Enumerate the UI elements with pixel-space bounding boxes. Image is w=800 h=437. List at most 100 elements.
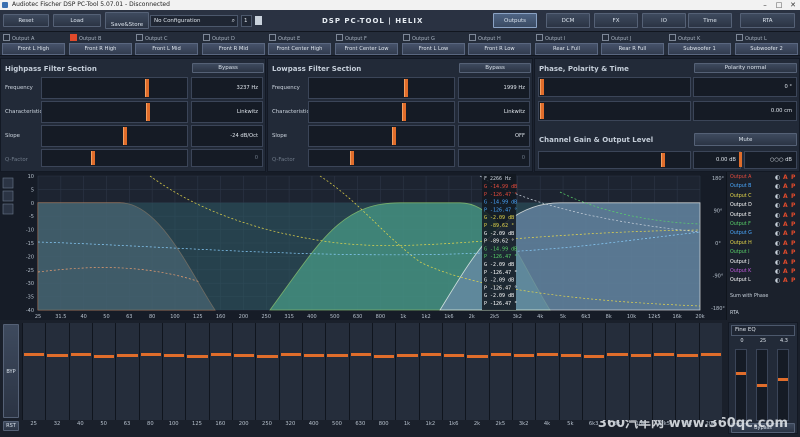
- eq-band-slider[interactable]: [185, 323, 209, 420]
- channel-name-button[interactable]: Subwoofer 1: [668, 43, 731, 55]
- fine-eq-slider-2[interactable]: [756, 349, 768, 421]
- eq-band-slider[interactable]: [488, 323, 512, 420]
- zoom-in-icon[interactable]: [2, 177, 14, 189]
- fine-eq-value[interactable]: 4.3: [775, 338, 793, 344]
- output-toggle-f[interactable]: Output F: [336, 34, 367, 42]
- highpass-row-slider[interactable]: [41, 125, 188, 147]
- slider-thumb[interactable]: [91, 151, 95, 165]
- eq-band-slider[interactable]: [558, 323, 582, 420]
- channel-list-item[interactable]: Output I: [730, 250, 750, 255]
- eq-band-thumb[interactable]: [584, 355, 605, 358]
- lowpass-row-slider[interactable]: [308, 149, 455, 167]
- output-toggle-l[interactable]: Output L: [736, 34, 767, 42]
- highpass-row-slider[interactable]: [41, 101, 188, 123]
- channel-name-button[interactable]: Front L Mid: [135, 43, 198, 55]
- channel-name-button[interactable]: Front L Low: [402, 43, 465, 55]
- amplitude-toggle[interactable]: A: [783, 212, 788, 219]
- eq-band-thumb[interactable]: [70, 353, 91, 356]
- eq-band-slider[interactable]: [535, 323, 559, 420]
- gain-value[interactable]: 0.00 dB: [693, 151, 741, 169]
- lowpass-bypass-button[interactable]: Bypass: [459, 63, 531, 73]
- slider-thumb[interactable]: [402, 103, 406, 121]
- amplitude-toggle[interactable]: A: [783, 249, 788, 256]
- eq-band-thumb[interactable]: [187, 355, 208, 358]
- eq-band-thumb[interactable]: [47, 354, 68, 357]
- amplitude-toggle[interactable]: A: [783, 183, 788, 190]
- lowpass-row-value[interactable]: 0: [458, 149, 530, 167]
- output-toggle-i[interactable]: Output I: [536, 34, 565, 42]
- eq-band-slider[interactable]: [92, 323, 116, 420]
- channel-name-button[interactable]: Rear L Full: [535, 43, 598, 55]
- output-toggle-d[interactable]: Output D: [203, 34, 235, 42]
- phase-toggle[interactable]: P: [791, 221, 795, 228]
- amplitude-toggle[interactable]: A: [783, 259, 788, 266]
- visibility-icon[interactable]: ◐: [775, 259, 780, 266]
- phase-slider-thumb[interactable]: [540, 79, 544, 95]
- eq-band-slider[interactable]: [162, 323, 186, 420]
- graph-canvas[interactable]: 25 31.5 40 50 63 80 100 125 160 200 250 315 400 500 63…: [0, 172, 726, 320]
- output-checkbox-icon[interactable]: [336, 34, 343, 41]
- fine-eq-thumb-3[interactable]: [778, 378, 788, 381]
- visibility-icon[interactable]: ◐: [775, 193, 780, 200]
- slider-thumb[interactable]: [350, 151, 354, 165]
- eq-band-slider[interactable]: [208, 323, 232, 420]
- lowpass-row-slider[interactable]: [308, 125, 455, 147]
- eq-band-thumb[interactable]: [490, 353, 511, 356]
- visibility-icon[interactable]: ◐: [775, 277, 780, 284]
- tab-dcm[interactable]: DCM: [546, 13, 590, 28]
- phase-toggle[interactable]: P: [791, 183, 795, 190]
- channel-list-item[interactable]: Output J: [730, 260, 750, 265]
- slider-thumb[interactable]: [123, 127, 127, 145]
- lowpass-row-slider[interactable]: [308, 77, 455, 99]
- eq-band-slider[interactable]: [395, 323, 419, 420]
- phase-toggle[interactable]: P: [791, 202, 795, 209]
- eq-band-thumb[interactable]: [210, 353, 231, 356]
- channel-list-item[interactable]: Output L: [730, 278, 751, 283]
- highpass-bypass-button[interactable]: Bypass: [192, 63, 264, 73]
- eq-band-slider[interactable]: [68, 323, 92, 420]
- channel-list-item[interactable]: Output D: [730, 203, 752, 208]
- maximize-icon[interactable]: □: [772, 0, 786, 10]
- tab-io[interactable]: IO: [642, 13, 686, 28]
- channel-list-item[interactable]: Output K: [730, 269, 751, 274]
- phase-toggle[interactable]: P: [791, 230, 795, 237]
- close-icon[interactable]: ✕: [786, 0, 800, 10]
- lowpass-row-value[interactable]: Linkwitz: [458, 101, 530, 123]
- eq-band-slider[interactable]: [372, 323, 396, 420]
- time-slider[interactable]: [538, 101, 691, 121]
- sum-with-phase-label[interactable]: Sum with Phase: [730, 294, 768, 299]
- minimize-icon[interactable]: –: [758, 0, 772, 10]
- eq-band-slider[interactable]: [22, 323, 46, 420]
- eq-band-slider[interactable]: [115, 323, 139, 420]
- visibility-icon[interactable]: ◐: [775, 249, 780, 256]
- visibility-icon[interactable]: ◐: [775, 202, 780, 209]
- channel-list-item[interactable]: Output H: [730, 241, 752, 246]
- eq-band-thumb[interactable]: [164, 354, 185, 357]
- output-checkbox-icon[interactable]: [736, 34, 743, 41]
- output-checkbox-icon[interactable]: [536, 34, 543, 41]
- output-toggle-h[interactable]: Output H: [469, 34, 501, 42]
- output-checkbox-icon[interactable]: [136, 34, 143, 41]
- output-checkbox-icon[interactable]: [469, 34, 476, 41]
- eq-band-slider[interactable]: [278, 323, 302, 420]
- output-checkbox-icon[interactable]: [403, 34, 410, 41]
- eq-band-slider[interactable]: [698, 323, 722, 420]
- eq-band-thumb[interactable]: [374, 355, 395, 358]
- output-checkbox-icon[interactable]: [70, 34, 77, 41]
- channel-name-button[interactable]: Front L High: [2, 43, 65, 55]
- eq-band-slider[interactable]: [138, 323, 162, 420]
- cursor-icon[interactable]: [2, 203, 14, 215]
- fine-eq-slider-1[interactable]: [735, 349, 747, 421]
- highpass-row-value[interactable]: 0: [191, 149, 263, 167]
- eq-bypass-button[interactable]: BYP: [3, 324, 19, 418]
- output-checkbox-icon[interactable]: [3, 34, 10, 41]
- slider-thumb[interactable]: [404, 79, 408, 97]
- eq-band-thumb[interactable]: [397, 354, 418, 357]
- amplitude-toggle[interactable]: A: [783, 268, 788, 275]
- channel-list-item[interactable]: Output B: [730, 184, 751, 189]
- eq-band-slider[interactable]: [232, 323, 256, 420]
- eq-band-slider[interactable]: [675, 323, 699, 420]
- gain-slider[interactable]: [538, 151, 691, 169]
- output-toggle-e[interactable]: Output E: [269, 34, 300, 42]
- eq-band-thumb[interactable]: [234, 354, 255, 357]
